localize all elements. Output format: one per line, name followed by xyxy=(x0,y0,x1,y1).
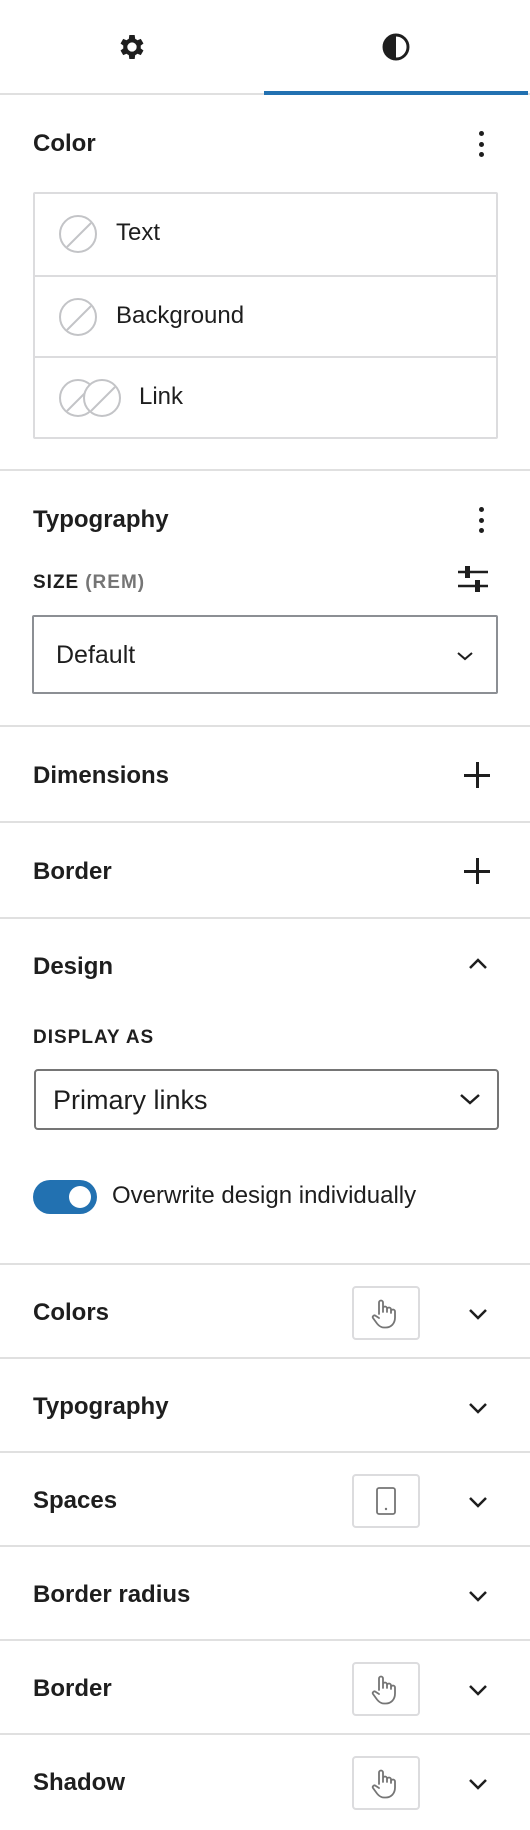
chevron-down-icon[interactable] xyxy=(466,1490,490,1514)
border-add-button[interactable] xyxy=(464,858,490,884)
dimensions-add-button[interactable] xyxy=(464,762,490,788)
chevron-down-icon[interactable] xyxy=(466,1584,490,1608)
design-border-radius-title: Border radius xyxy=(33,1581,191,1608)
color-item-text[interactable]: Text xyxy=(35,194,496,275)
divider xyxy=(0,1545,530,1547)
device-state-button[interactable] xyxy=(352,1474,420,1528)
pointer-hand-icon xyxy=(371,1675,396,1705)
font-size-label-text: SIZE xyxy=(33,572,80,593)
tab-styles[interactable] xyxy=(264,0,528,95)
chevron-down-icon[interactable] xyxy=(466,1678,490,1702)
dot-icon xyxy=(478,507,484,512)
divider xyxy=(0,917,530,919)
chevron-down-icon xyxy=(460,1094,480,1105)
design-colors-title: Colors xyxy=(33,1299,110,1326)
mobile-device-icon xyxy=(376,1487,396,1515)
device-state-button[interactable] xyxy=(352,1286,420,1340)
dot-icon xyxy=(478,528,484,533)
divider xyxy=(0,1733,530,1735)
divider xyxy=(0,821,530,823)
font-size-select-value: Default xyxy=(56,641,136,669)
divider xyxy=(0,1639,530,1641)
dot-icon xyxy=(478,517,484,523)
display-as-label: DISPLAY AS xyxy=(33,1027,155,1048)
border-section-title: Border xyxy=(33,858,112,885)
empty-swatch-icon xyxy=(59,215,97,253)
color-panel: Text Background Link xyxy=(33,192,498,439)
empty-swatch-icon xyxy=(83,379,121,417)
sidebar-tabs xyxy=(0,0,530,95)
device-state-button[interactable] xyxy=(352,1662,420,1716)
font-size-unit: (REM) xyxy=(85,572,146,593)
design-section-title: Design xyxy=(33,953,114,980)
color-item-link[interactable]: Link xyxy=(35,356,496,437)
gear-icon xyxy=(120,34,144,59)
display-as-select[interactable]: Primary links xyxy=(34,1069,499,1130)
overwrite-design-label: Overwrite design individually xyxy=(112,1182,417,1209)
pointer-hand-icon xyxy=(371,1299,396,1329)
typography-options-menu-button[interactable] xyxy=(474,503,488,537)
divider xyxy=(0,1451,530,1453)
font-size-label: SIZE (REM) xyxy=(33,572,145,594)
tab-settings[interactable] xyxy=(0,0,264,93)
color-section-title: Color xyxy=(33,130,96,157)
color-item-label: Link xyxy=(139,383,184,410)
design-typography-title: Typography xyxy=(33,1393,169,1420)
device-state-button[interactable] xyxy=(352,1756,420,1810)
color-item-background[interactable]: Background xyxy=(35,275,496,356)
chevron-down-icon xyxy=(457,652,473,661)
color-item-label: Text xyxy=(116,219,161,246)
divider xyxy=(0,725,530,727)
display-as-select-value: Primary links xyxy=(53,1085,208,1115)
dot-icon xyxy=(478,131,484,136)
chevron-down-icon[interactable] xyxy=(466,1396,490,1420)
design-spaces-title: Spaces xyxy=(33,1487,118,1514)
chevron-down-icon[interactable] xyxy=(466,1772,490,1796)
design-shadow-title: Shadow xyxy=(33,1769,126,1796)
color-item-label: Background xyxy=(116,302,245,329)
typography-section-title: Typography xyxy=(33,506,169,533)
contrast-icon xyxy=(382,33,410,60)
divider xyxy=(0,1357,530,1359)
font-size-select[interactable]: Default xyxy=(32,615,498,694)
empty-swatch-icon xyxy=(59,298,97,336)
dimensions-section-title: Dimensions xyxy=(33,762,170,789)
divider xyxy=(0,469,530,471)
pointer-hand-icon xyxy=(371,1769,396,1799)
design-border-title: Border xyxy=(33,1675,112,1702)
overwrite-design-toggle[interactable] xyxy=(33,1180,97,1214)
dot-icon xyxy=(478,141,484,147)
divider xyxy=(0,1263,530,1265)
dot-icon xyxy=(478,152,484,157)
chevron-down-icon[interactable] xyxy=(466,1302,490,1326)
chevron-up-icon[interactable] xyxy=(466,952,490,976)
sliders-icon[interactable] xyxy=(458,565,488,593)
color-options-menu-button[interactable] xyxy=(474,127,488,161)
